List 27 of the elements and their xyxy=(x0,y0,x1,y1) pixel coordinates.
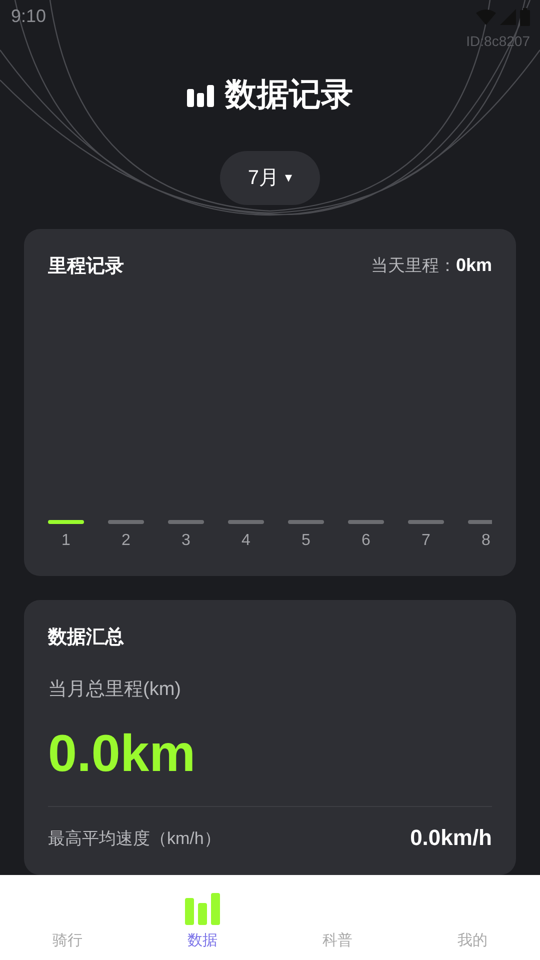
day-tab[interactable]: 1 xyxy=(48,520,84,550)
signal-icon xyxy=(500,8,516,25)
device-id: ID:8c8207 xyxy=(466,33,530,52)
day-tab[interactable]: 7 xyxy=(408,520,444,550)
today-mileage-value: 0km xyxy=(456,255,492,276)
battery-icon xyxy=(520,8,530,26)
bar-chart-icon xyxy=(184,893,220,925)
max-speed-value: 0.0km/h xyxy=(410,825,492,851)
day-tab[interactable]: 2 xyxy=(108,520,144,550)
day-tab[interactable]: 5 xyxy=(288,520,324,550)
day-tab[interactable]: 3 xyxy=(168,520,204,550)
max-speed-label: 最高平均速度（km/h） xyxy=(48,828,221,850)
month-picker[interactable]: 7月 ▾ xyxy=(220,150,320,205)
status-time: 9:10 xyxy=(11,6,46,28)
day-tab[interactable]: 4 xyxy=(228,520,264,550)
page-title: 数据记录 xyxy=(225,74,353,114)
day-tab[interactable]: 6 xyxy=(348,520,384,550)
month-total-label: 当月总里程(km) xyxy=(48,678,182,702)
card-title: 里程记录 xyxy=(48,254,124,279)
card-title: 数据汇总 xyxy=(48,626,125,650)
month-total-value: 0.0km xyxy=(48,724,196,784)
bar-chart-icon xyxy=(187,82,215,107)
caret-icon: ▾ xyxy=(285,169,292,186)
nav-tab[interactable]: 数据 xyxy=(135,893,270,950)
today-mileage-label: 当天里程： xyxy=(370,255,456,278)
wifi-icon xyxy=(476,8,496,25)
day-tab[interactable]: 8 xyxy=(468,520,492,550)
